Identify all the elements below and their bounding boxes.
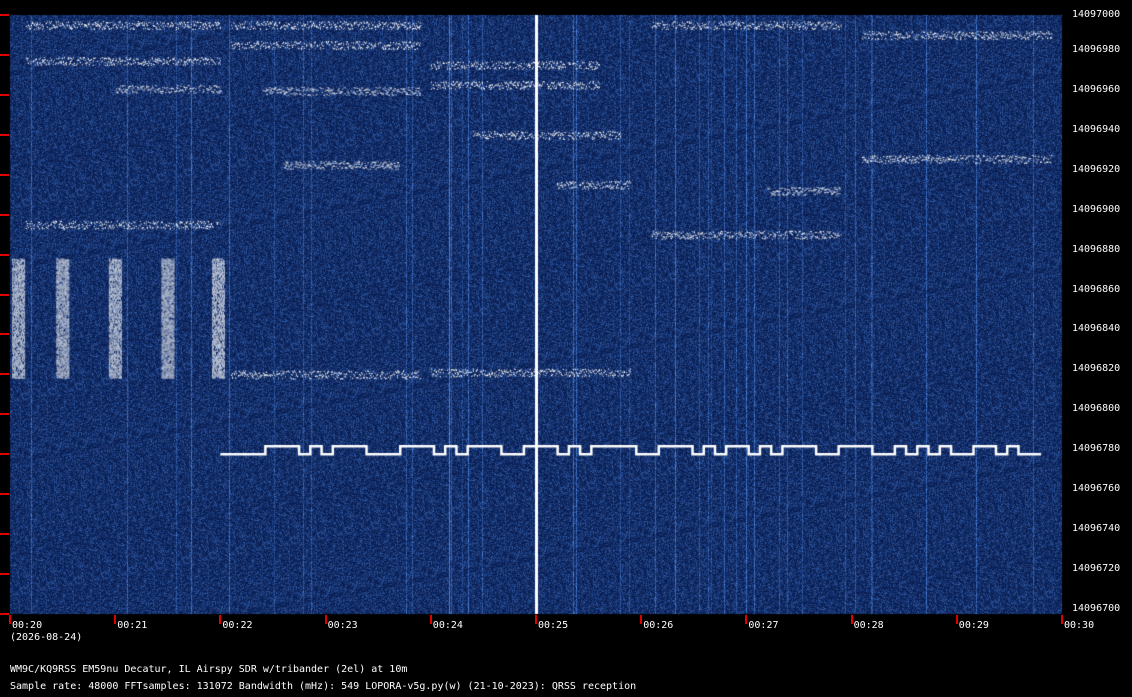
y-tick-mark	[0, 373, 9, 376]
y-tick-label: 14096900	[1072, 203, 1121, 215]
y-tick-mark	[0, 213, 9, 216]
y-tick-label: 14096820	[1072, 363, 1121, 375]
y-tick-label: 14096700	[1072, 603, 1121, 614]
x-tick-label: 00:25	[538, 620, 569, 631]
spectrogram-waterfall	[0, 0, 1132, 697]
y-tick-mark	[0, 573, 9, 576]
y-tick-label: 14096720	[1072, 563, 1121, 575]
y-tick-label: 14096840	[1072, 323, 1121, 335]
y-tick-label: 14097000	[1072, 9, 1121, 20]
y-tick-label: 14096880	[1072, 243, 1121, 255]
x-tick-label: 00:20	[12, 620, 43, 631]
y-tick-mark	[0, 53, 9, 56]
y-tick-label: 14096920	[1072, 163, 1121, 175]
y-tick-mark	[0, 613, 9, 615]
x-tick-label: 00:28	[853, 620, 884, 631]
y-tick-mark	[0, 453, 9, 456]
x-tick-mark	[114, 615, 117, 624]
date-label: (2026-08-24)	[10, 632, 83, 643]
x-tick-mark	[640, 615, 643, 624]
y-tick-label: 14096940	[1072, 123, 1121, 135]
y-tick-label: 14096740	[1072, 523, 1121, 535]
x-tick-mark	[850, 615, 853, 624]
y-tick-mark	[0, 293, 9, 296]
y-tick-mark	[0, 93, 9, 96]
y-tick-label: 14096760	[1072, 483, 1121, 495]
y-tick-mark	[0, 333, 9, 336]
y-tick-label: 14096860	[1072, 283, 1121, 295]
reception-params: Sample rate: 48000 FFTsamples: 131072 Ba…	[10, 681, 637, 692]
y-tick-mark	[0, 533, 9, 536]
y-tick-label: 14096980	[1072, 43, 1121, 55]
x-tick-label: 00:26	[643, 620, 674, 631]
x-tick-mark	[429, 615, 432, 624]
x-tick-mark	[9, 615, 11, 624]
x-tick-label: 00:22	[222, 620, 253, 631]
y-tick-mark	[0, 14, 9, 16]
x-tick-mark	[745, 615, 748, 624]
y-tick-mark	[0, 173, 9, 176]
x-tick-label: 00:27	[748, 620, 779, 631]
x-tick-mark	[955, 615, 958, 624]
x-tick-label: 00:23	[327, 620, 358, 631]
x-tick-label: 00:21	[117, 620, 148, 631]
x-tick-label: 00:24	[432, 620, 463, 631]
y-tick-mark	[0, 133, 9, 136]
x-tick-label: 00:30	[1064, 620, 1095, 631]
y-tick-mark	[0, 493, 9, 496]
y-tick-label: 14096960	[1072, 83, 1121, 95]
x-tick-mark	[324, 615, 327, 624]
y-tick-label: 14096800	[1072, 403, 1121, 415]
y-tick-mark	[0, 253, 9, 256]
station-info: WM9C/KQ9RSS EM59nu Decatur, IL Airspy SD…	[10, 664, 408, 675]
y-tick-label: 14096780	[1072, 443, 1121, 455]
x-tick-mark	[219, 615, 222, 624]
y-tick-mark	[0, 413, 9, 416]
x-tick-label: 00:29	[958, 620, 989, 631]
x-tick-mark	[1061, 615, 1063, 624]
x-tick-mark	[535, 615, 537, 624]
